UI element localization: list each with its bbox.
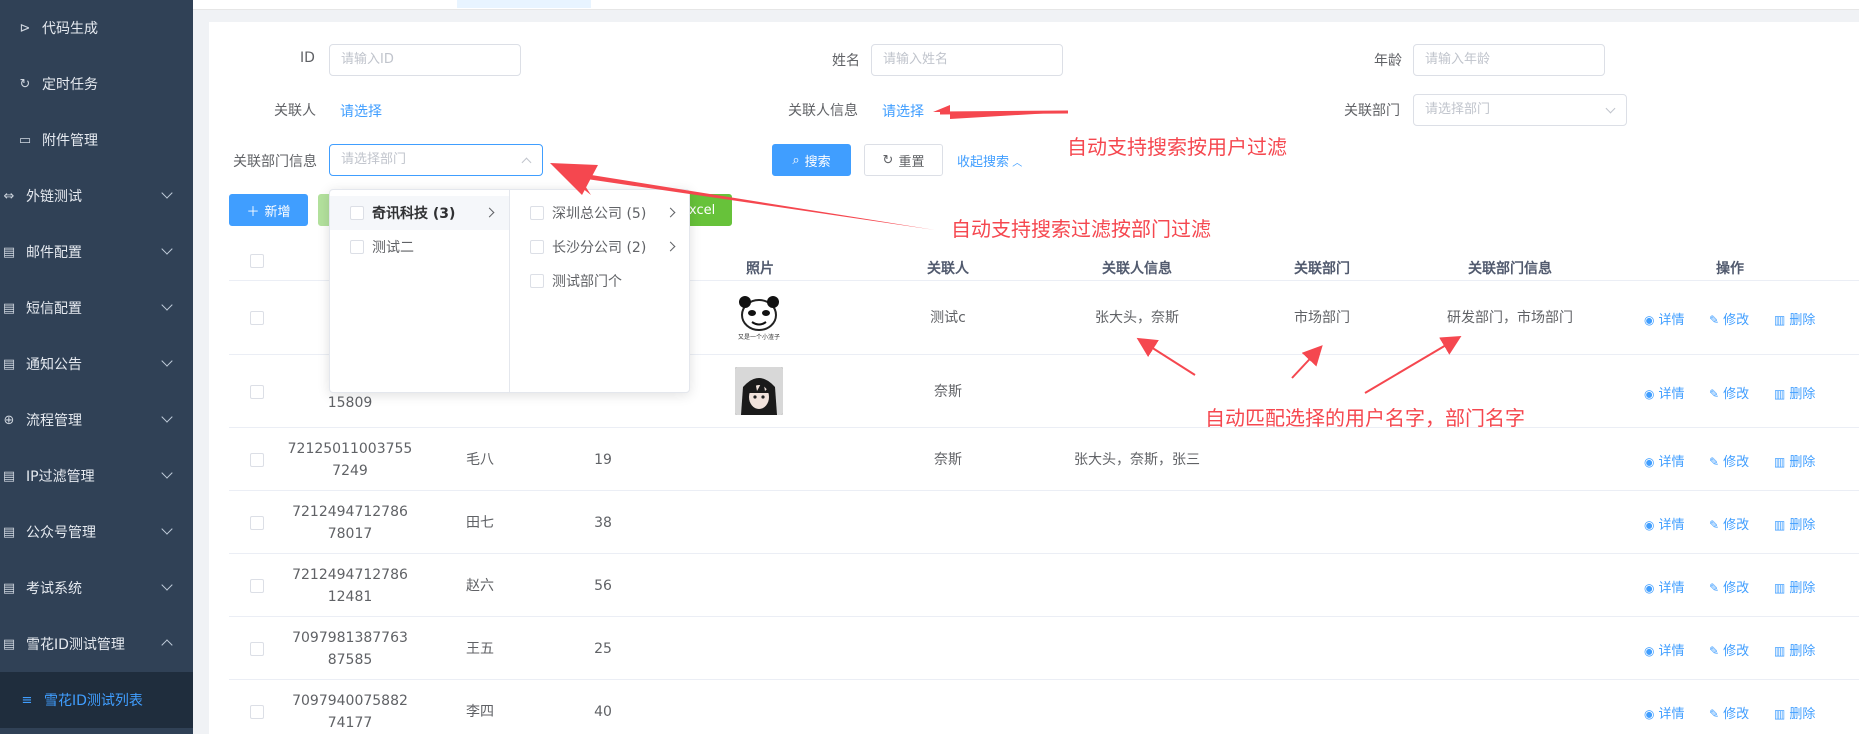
arrow-match-3 xyxy=(1364,335,1462,394)
annotation-auto-match: 自动匹配选择的用户名字，部门名字 xyxy=(1205,406,1525,430)
annotation-user-filter: 自动支持搜索按用户过滤 xyxy=(1067,135,1287,159)
arrow-match-2 xyxy=(1291,345,1323,379)
arrow-dept-filter xyxy=(550,163,935,230)
annotation-arrows xyxy=(550,105,1462,394)
arrow-match-1 xyxy=(1136,337,1196,376)
arrow-user-filter-shaft xyxy=(939,110,1069,115)
annotation-dept-filter: 自动支持搜索过滤按部门过滤 xyxy=(951,217,1211,241)
